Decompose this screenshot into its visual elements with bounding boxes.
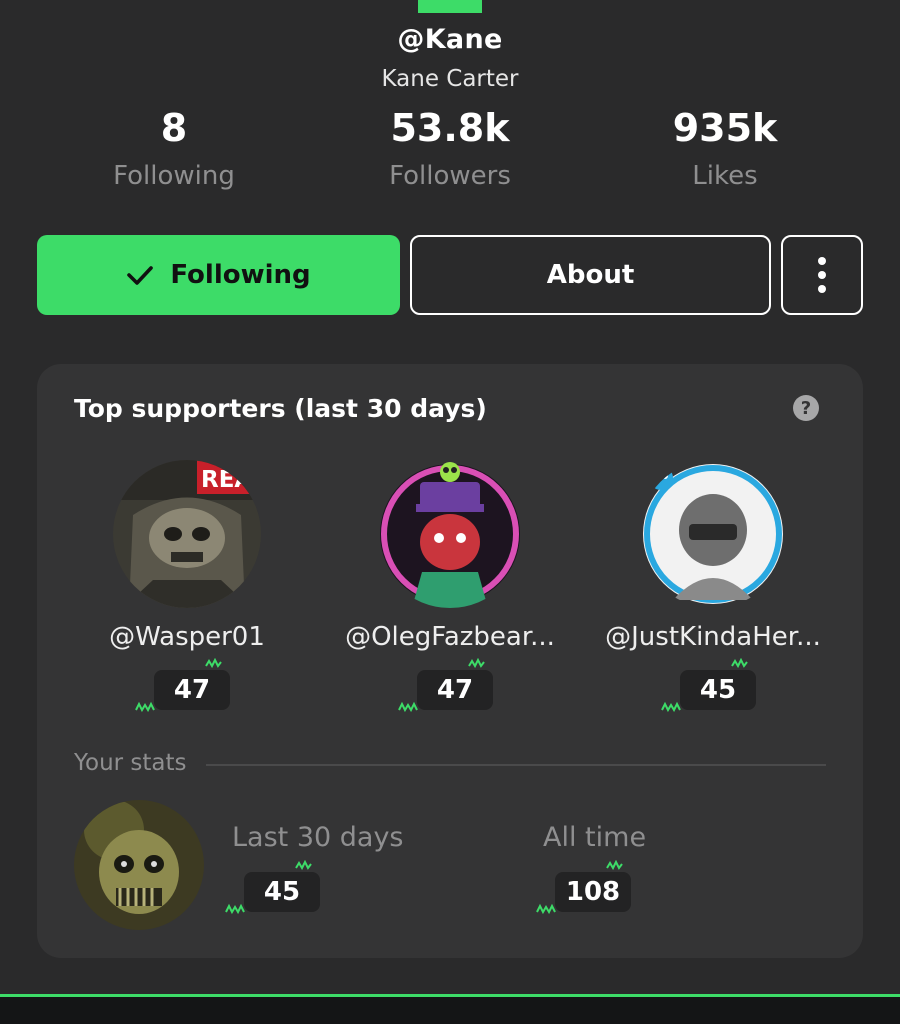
- supporter-username[interactable]: @Wasper01: [67, 622, 307, 652]
- check-icon: [126, 264, 154, 286]
- bottom-content-strip: [0, 997, 900, 1024]
- profile-handle: @Kane: [397, 24, 503, 55]
- stat-following-value: 8: [160, 106, 188, 150]
- your-stats-heading: Your stats: [74, 750, 187, 776]
- question-mark-icon[interactable]: ?: [793, 395, 819, 421]
- last-30-days-value: 45: [244, 872, 320, 912]
- supporter-item[interactable]: @OlegFazbear... 47: [330, 460, 570, 718]
- top-supporters-card: Top supporters (last 30 days) ? REA @Was…: [37, 364, 863, 958]
- stat-likes-value: 935k: [672, 106, 778, 150]
- avatar[interactable]: [639, 460, 787, 608]
- stat-following[interactable]: 8 Following: [44, 104, 304, 192]
- about-button-label: About: [546, 260, 635, 290]
- stat-likes[interactable]: 935k Likes: [595, 104, 855, 192]
- stat-last-30-days: Last 30 days 45: [225, 822, 404, 915]
- stat-followers-value: 53.8k: [390, 106, 510, 150]
- all-time-value: 108: [555, 872, 631, 912]
- your-stats-divider: Your stats: [74, 750, 826, 780]
- support-count-badge: 45: [222, 860, 332, 920]
- following-button-label: Following: [170, 260, 311, 290]
- divider-line: [206, 764, 826, 766]
- more-options-button[interactable]: [781, 235, 863, 315]
- following-button[interactable]: Following: [37, 235, 400, 315]
- supporter-item[interactable]: @JustKindaHer... 45: [593, 460, 833, 718]
- support-count-badge: 108: [533, 860, 643, 920]
- support-count: 47: [154, 670, 230, 710]
- avatar[interactable]: [376, 460, 524, 608]
- last-30-days-label: Last 30 days: [232, 822, 404, 853]
- avatar[interactable]: REA: [113, 460, 261, 608]
- about-button[interactable]: About: [410, 235, 771, 315]
- support-count-badge: 47: [132, 658, 242, 718]
- supporter-username[interactable]: @OlegFazbear...: [330, 622, 570, 652]
- stat-all-time: All time 108: [536, 822, 647, 915]
- profile-display-name: Kane Carter: [381, 66, 519, 92]
- all-time-label: All time: [543, 822, 647, 853]
- support-count-badge: 47: [395, 658, 505, 718]
- support-count: 47: [417, 670, 493, 710]
- my-avatar[interactable]: [74, 800, 204, 930]
- stat-following-label: Following: [113, 161, 235, 191]
- stat-likes-label: Likes: [692, 161, 758, 191]
- support-count-badge: 45: [658, 658, 768, 718]
- avatar-overlay-text: REA: [201, 467, 252, 493]
- support-count: 45: [680, 670, 756, 710]
- stat-followers[interactable]: 53.8k Followers: [320, 104, 580, 192]
- supporter-username[interactable]: @JustKindaHer...: [593, 622, 833, 652]
- stat-followers-label: Followers: [389, 161, 511, 191]
- more-vertical-icon: [818, 257, 826, 293]
- supporter-item[interactable]: REA @Wasper01 47: [67, 460, 307, 718]
- active-tab-indicator: [418, 0, 482, 13]
- card-title: Top supporters (last 30 days): [74, 394, 487, 423]
